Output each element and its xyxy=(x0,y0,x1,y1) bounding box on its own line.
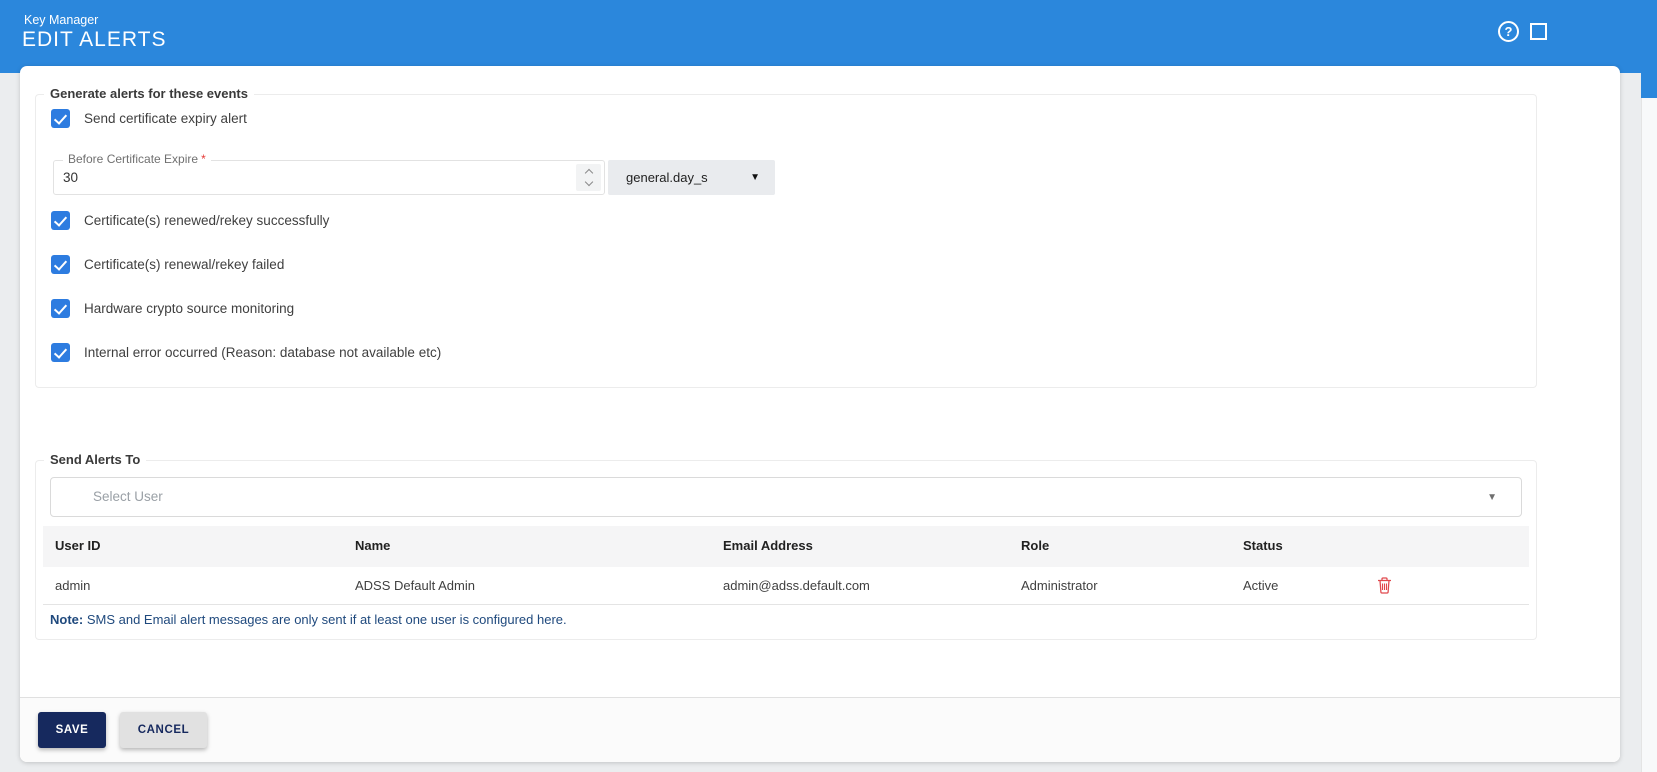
footer-bar: SAVE CANCEL xyxy=(20,698,1620,762)
checkbox-label: Certificate(s) renewed/rekey successfull… xyxy=(84,213,330,228)
table-row: admin ADSS Default Admin admin@adss.defaul… xyxy=(43,567,1529,605)
header-icons: ? xyxy=(1498,21,1547,42)
note-prefix: Note: xyxy=(50,612,84,627)
table-body: admin ADSS Default Admin admin@adss.defaul… xyxy=(43,567,1529,605)
expiry-checkbox[interactable] xyxy=(51,109,70,128)
edit-alerts-page: Key Manager EDIT ALERTS ? Generate alert… xyxy=(0,0,1657,772)
checkbox-label: Hardware crypto source monitoring xyxy=(84,301,295,316)
checkbox-row-renewed: Certificate(s) renewed/rekey successfull… xyxy=(51,211,329,230)
column-header: Name xyxy=(355,538,391,553)
renewed-checkbox[interactable] xyxy=(51,211,70,230)
checkbox-label: Internal error occurred (Reason: databas… xyxy=(84,345,442,360)
events-legend: Generate alerts for these events xyxy=(44,86,254,101)
failed-checkbox[interactable] xyxy=(51,255,70,274)
breadcrumb: Key Manager xyxy=(24,13,99,27)
checkbox-label: Certificate(s) renewal/rekey failed xyxy=(84,257,285,272)
table-cell: admin xyxy=(55,578,91,593)
help-icon[interactable]: ? xyxy=(1498,21,1519,42)
save-button[interactable]: SAVE xyxy=(38,712,106,748)
hardware-checkbox[interactable] xyxy=(51,299,70,318)
cancel-button[interactable]: CANCEL xyxy=(120,712,207,748)
before-expire-input[interactable] xyxy=(63,161,563,194)
column-header: Status xyxy=(1243,538,1283,553)
select-user-dropdown[interactable]: Select User ▼ xyxy=(50,477,1522,517)
column-header: Email Address xyxy=(723,538,813,553)
table-cell: Active xyxy=(1243,578,1279,593)
app-header: Key Manager EDIT ALERTS ? xyxy=(0,0,1657,73)
select-user-placeholder: Select User xyxy=(93,489,163,504)
checkbox-label: Send certificate expiry alert xyxy=(84,111,247,126)
unit-dropdown-value: general.day_s xyxy=(626,170,708,185)
checkbox-row-hardware: Hardware crypto source monitoring xyxy=(51,299,294,318)
table-cell: ADSS Default Admin xyxy=(355,578,475,593)
checkbox-row-expiry: Send certificate expiry alert xyxy=(51,109,247,128)
checkbox-row-internal-error: Internal error occurred (Reason: databas… xyxy=(51,343,441,362)
dropdown-caret-icon: ▼ xyxy=(1487,492,1497,503)
table-header-row: User ID Name Email Address Role Status xyxy=(43,526,1529,567)
send-alerts-legend: Send Alerts To xyxy=(44,452,147,467)
before-expire-field: Before Certificate Expire * xyxy=(53,152,605,195)
page-title: EDIT ALERTS xyxy=(22,28,167,51)
column-header: User ID xyxy=(55,538,101,553)
checkbox-row-failed: Certificate(s) renewal/rekey failed xyxy=(51,255,284,274)
table-cell: admin@adss.default.com xyxy=(723,578,870,593)
maximize-icon[interactable] xyxy=(1530,23,1547,40)
content-card: Generate alerts for these events Send ce… xyxy=(20,66,1620,762)
caret-down-icon: ▼ xyxy=(750,172,760,183)
delete-user-icon[interactable] xyxy=(1377,577,1393,595)
users-table: User ID Name Email Address Role Status admin… xyxy=(43,526,1529,605)
unit-dropdown[interactable]: general.day_s ▼ xyxy=(608,160,775,195)
number-stepper[interactable] xyxy=(576,164,601,191)
stepper-up-icon[interactable] xyxy=(584,168,593,178)
note-text: Note: SMS and Email alert messages are o… xyxy=(50,612,567,627)
table-cell: Administrator xyxy=(1021,578,1098,593)
vertical-scrollbar[interactable] xyxy=(1641,98,1657,772)
column-header: Role xyxy=(1021,538,1050,553)
scrollbar-header-stub xyxy=(1641,73,1657,98)
internal-error-checkbox[interactable] xyxy=(51,343,70,362)
stepper-down-icon[interactable] xyxy=(584,177,593,187)
